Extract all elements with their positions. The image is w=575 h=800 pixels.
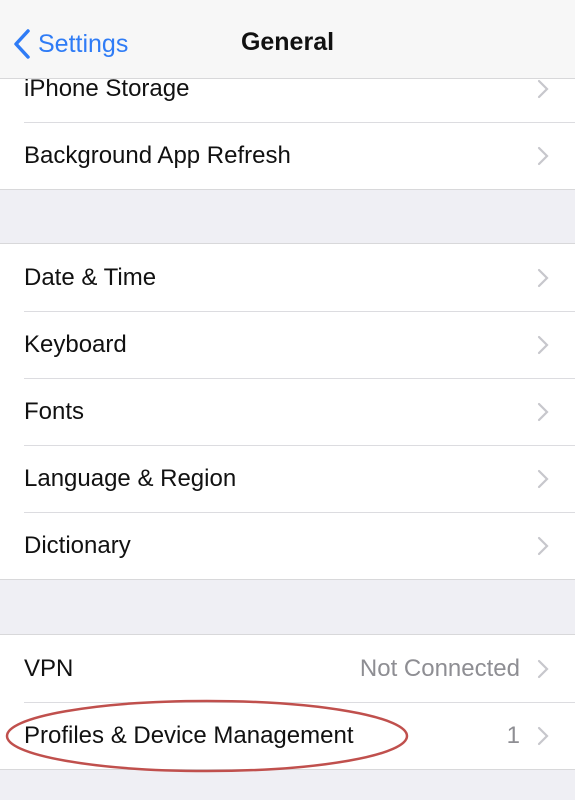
vpn-status: Not Connected <box>359 654 520 682</box>
chevron-right-icon <box>537 536 549 555</box>
row-label: Date & Time <box>24 263 157 291</box>
row-label: VPN <box>24 654 74 682</box>
chevron-right-icon <box>537 79 549 98</box>
chevron-left-icon <box>14 29 30 59</box>
navigation-bar: Settings General <box>0 0 575 79</box>
row-profiles-device-management[interactable]: Profiles & Device Management 1 <box>0 702 575 769</box>
back-label: Settings <box>38 29 129 58</box>
chevron-right-icon <box>537 146 549 165</box>
row-fonts[interactable]: Fonts <box>0 378 575 445</box>
back-button[interactable]: Settings <box>12 26 128 62</box>
row-vpn[interactable]: VPN Not Connected <box>0 635 575 702</box>
row-keyboard[interactable]: Keyboard <box>0 311 575 378</box>
chevron-right-icon <box>537 335 549 354</box>
row-dictionary[interactable]: Dictionary <box>0 512 575 579</box>
profiles-count: 1 <box>506 721 520 749</box>
row-background-app-refresh[interactable]: Background App Refresh <box>0 122 575 189</box>
chevron-right-icon <box>537 268 549 287</box>
row-language-region[interactable]: Language & Region <box>0 445 575 512</box>
row-label: Profiles & Device Management <box>24 721 354 749</box>
row-label: Background App Refresh <box>24 141 291 169</box>
chevron-right-icon <box>537 402 549 421</box>
chevron-right-icon <box>537 659 549 678</box>
row-date-time[interactable]: Date & Time <box>0 244 575 311</box>
row-label: Dictionary <box>24 531 131 559</box>
row-label: Fonts <box>24 397 85 425</box>
row-label: Language & Region <box>24 464 237 492</box>
settings-group-network: VPN Not Connected Profiles & Device Mana… <box>0 634 575 770</box>
settings-group-locale: Date & Time Keyboard Fonts Language & Re… <box>0 243 575 580</box>
chevron-right-icon <box>537 469 549 488</box>
chevron-right-icon <box>537 726 549 745</box>
row-label: Keyboard <box>24 330 127 358</box>
